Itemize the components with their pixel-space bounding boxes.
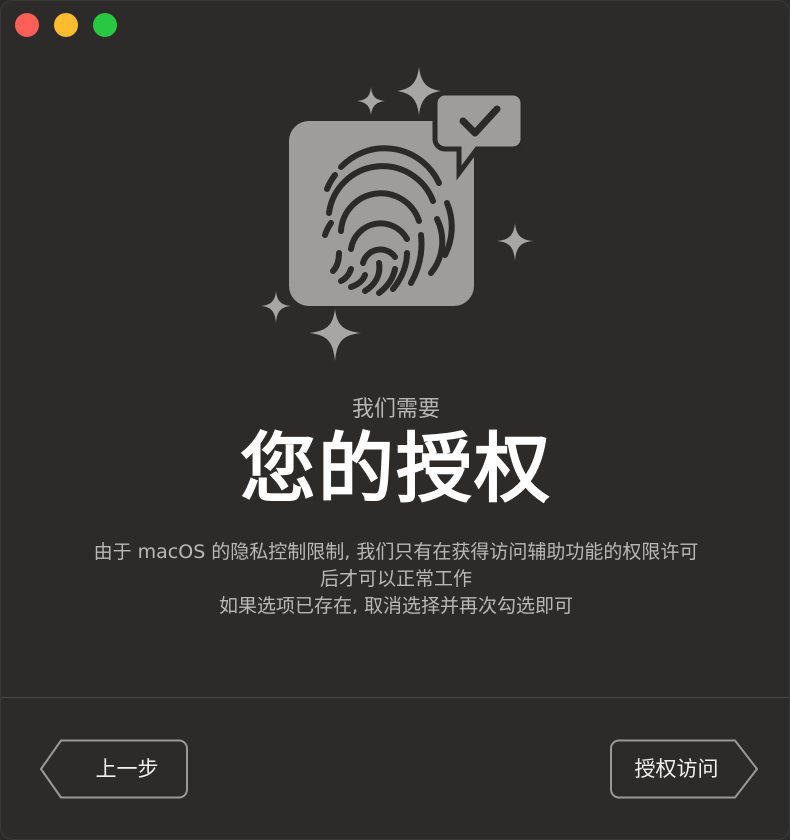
heading-subtitle: 我们需要	[351, 397, 440, 422]
authorize-button[interactable]: 授权访问	[609, 739, 759, 799]
description-line: 如果选项已存在, 取消选择并再次勾选即可	[218, 595, 574, 617]
window-controls	[15, 13, 117, 37]
description-line: 后才可以正常工作	[319, 568, 472, 590]
back-button-label: 上一步	[95, 757, 159, 781]
footer-divider	[1, 697, 789, 698]
minimize-window-button[interactable]	[54, 13, 78, 37]
back-button[interactable]: 上一步	[39, 739, 189, 799]
description: 由于 macOS 的隐私控制限制, 我们只有在获得访问辅助功能的权限许可 后才可…	[41, 539, 751, 620]
authorize-button-label: 授权访问	[634, 757, 719, 781]
page-title: 您的授权	[240, 424, 552, 513]
permission-window: 我们需要 您的授权 由于 macOS 的隐私控制限制, 我们只有在获得访问辅助功…	[0, 0, 790, 840]
zoom-window-button[interactable]	[93, 13, 117, 37]
hero-illustration	[251, 63, 541, 373]
close-window-button[interactable]	[15, 13, 39, 37]
description-line: 由于 macOS 的隐私控制限制, 我们只有在获得访问辅助功能的权限许可	[93, 541, 699, 563]
